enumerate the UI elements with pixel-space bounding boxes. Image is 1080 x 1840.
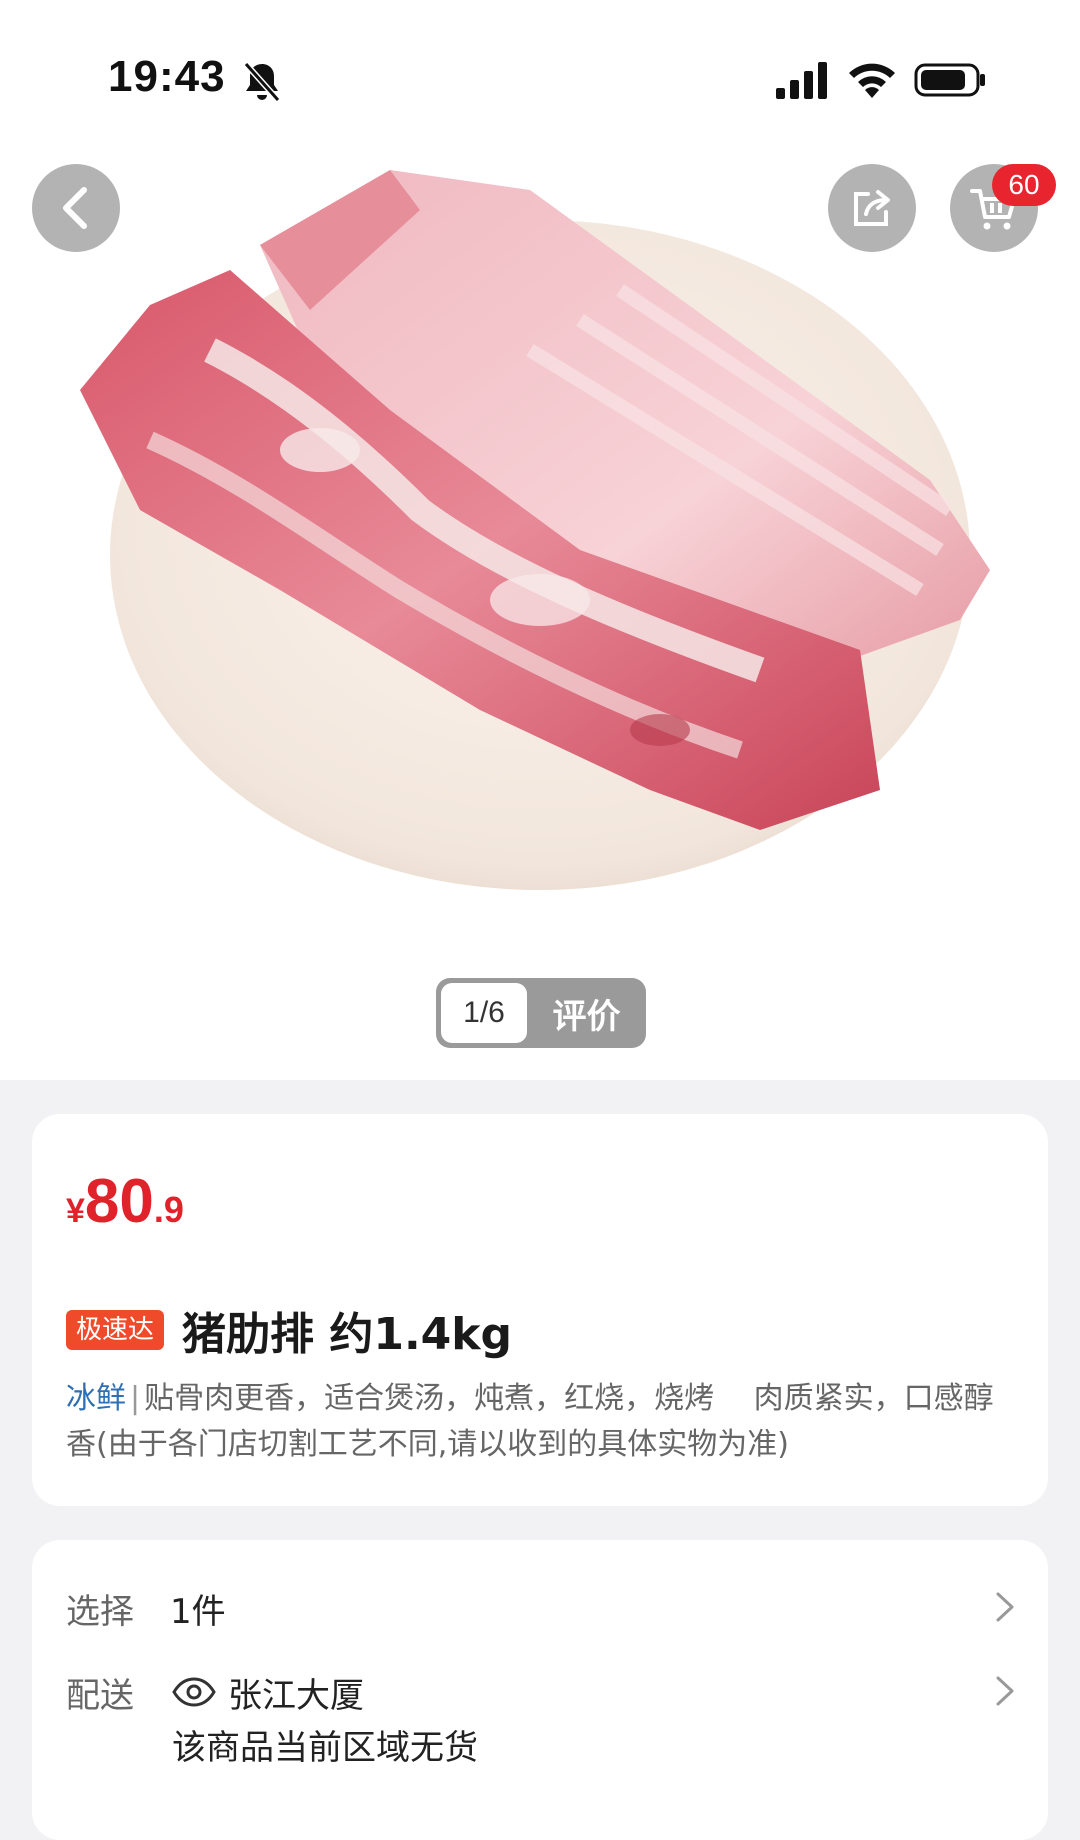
price: ¥80.9 — [66, 1166, 184, 1237]
signal-icon — [776, 62, 827, 99]
title-row: 极速达 猪肋排 约1.4kg — [66, 1298, 512, 1362]
product-gallery: 19:43 60 1/6 评价 — [0, 0, 1080, 1080]
status-time: 19:43 — [108, 52, 226, 101]
price-integer: 80 — [84, 1167, 154, 1236]
delivery-label: 配送 — [66, 1676, 134, 1716]
review-tab[interactable]: 评价 — [527, 989, 646, 1038]
product-info-card: ¥80.9 极速达 猪肋排 约1.4kg 冰鲜 | 贴骨肉更香，适合煲汤，炖煮，红烧… — [32, 1114, 1048, 1506]
eye-icon — [172, 1677, 216, 1707]
select-value: 1件 — [170, 1592, 226, 1632]
share-button[interactable] — [828, 164, 916, 252]
stock-note: 该商品当前区域无货 — [172, 1728, 478, 1768]
bell-muted-icon — [243, 62, 281, 102]
chevron-right-icon — [996, 1592, 1014, 1622]
separator: | — [130, 1381, 141, 1416]
wifi-icon — [849, 63, 895, 98]
product-title: 猪肋排 约1.4kg — [182, 1309, 513, 1360]
delivery-address: 张江大厦 — [228, 1676, 364, 1716]
share-icon — [854, 190, 890, 226]
cart-count-badge: 60 — [992, 164, 1056, 206]
options-card: 选择 1件 配送 张江大厦 该商品当前区域无货 — [32, 1540, 1048, 1840]
back-button[interactable] — [32, 164, 120, 252]
product-description: 冰鲜 | 贴骨肉更香，适合煲汤，炖煮，红烧，烧烤 肉质紧实，口感醇香(由于各门店切割… — [66, 1376, 1016, 1468]
price-decimal: .9 — [153, 1189, 184, 1230]
description-text: 贴骨肉更香，适合煲汤，炖煮，红烧，烧烤 肉质紧实，口感醇香(由于各门店切割工艺不… — [66, 1381, 994, 1462]
price-symbol: ¥ — [66, 1192, 85, 1230]
express-tag: 极速达 — [66, 1310, 165, 1350]
product-photo — [80, 170, 990, 890]
image-pager[interactable]: 1/6 评价 — [436, 978, 646, 1048]
attribute-fresh: 冰鲜 — [66, 1381, 126, 1416]
chevron-left-icon — [63, 187, 87, 229]
chevron-right-icon — [996, 1676, 1014, 1706]
battery-icon — [914, 63, 985, 97]
select-label: 选择 — [66, 1592, 134, 1632]
image-counter: 1/6 — [441, 983, 527, 1043]
